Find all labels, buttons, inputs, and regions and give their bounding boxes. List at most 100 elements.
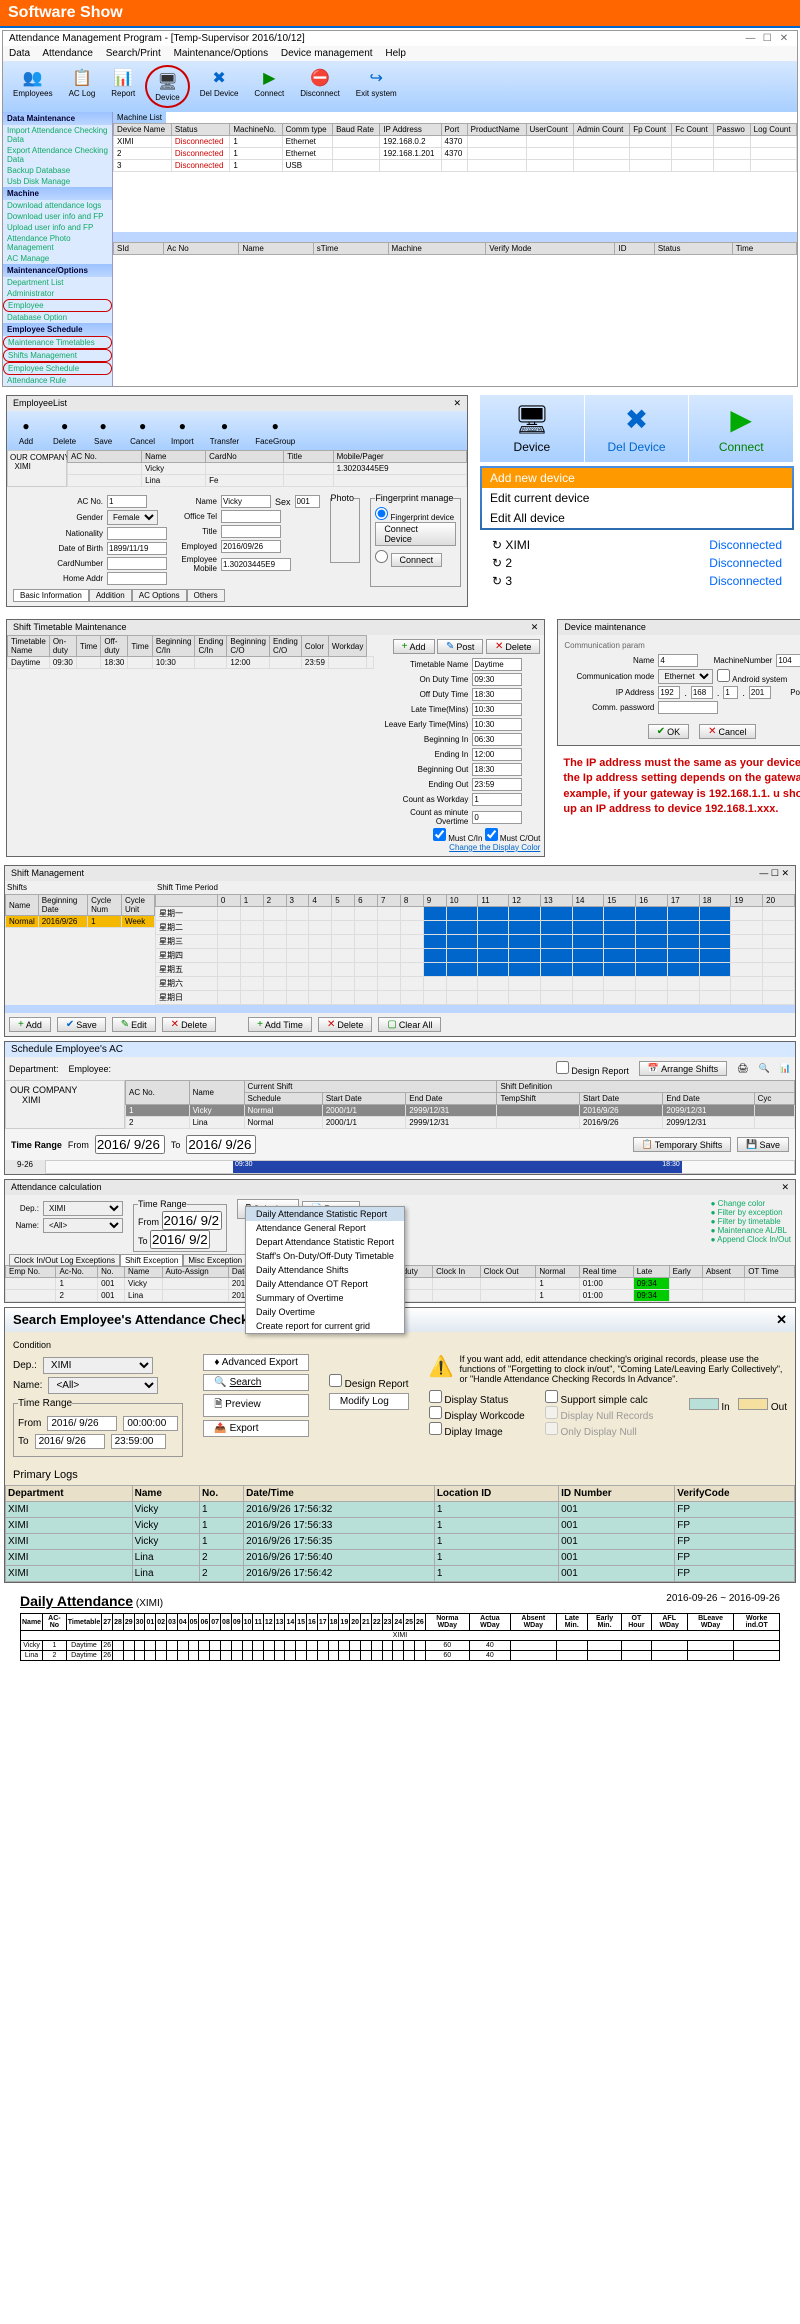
sidebar-item[interactable]: Backup Database <box>3 165 112 176</box>
facegroup-button[interactable]: ●FaceGroup <box>249 413 301 448</box>
calc-from-input[interactable] <box>162 1211 222 1230</box>
ein-input[interactable] <box>472 748 522 761</box>
disconnect-button[interactable]: ⛔Disconnect <box>294 65 346 108</box>
android-checkbox[interactable] <box>717 669 730 682</box>
arrange-shifts-button[interactable]: 📅 Arrange Shifts <box>639 1061 727 1076</box>
report-menu-item[interactable]: Daily Attendance OT Report <box>246 1277 404 1291</box>
device-name-input[interactable] <box>658 654 698 667</box>
sidebar-item[interactable]: Employee <box>3 299 112 312</box>
bin-input[interactable] <box>472 733 522 746</box>
report-menu-item[interactable]: Daily Overtime <box>246 1305 404 1319</box>
side-link[interactable]: ● Filter by exception <box>711 1208 791 1217</box>
col-header[interactable]: CardNo <box>206 451 284 463</box>
employees-button[interactable]: 👥Employees <box>7 65 59 108</box>
search-to-date[interactable] <box>35 1434 105 1449</box>
col-header[interactable]: Comm type <box>282 124 332 136</box>
tree-child[interactable]: XIMI <box>10 1095 120 1105</box>
side-link[interactable]: ● Append Clock In/Out <box>711 1235 791 1244</box>
col-header[interactable]: Color <box>301 636 328 657</box>
col-header[interactable]: Absent <box>702 1266 744 1278</box>
col-header[interactable]: Clock In <box>433 1266 481 1278</box>
office-input[interactable] <box>221 510 281 523</box>
connect-device-button[interactable]: Connect Device <box>375 522 456 546</box>
mco-checkbox[interactable] <box>485 828 498 841</box>
mobile-input[interactable] <box>221 558 291 571</box>
sidebar-item[interactable]: Usb Disk Manage <box>3 176 112 187</box>
col-header[interactable]: Late <box>633 1266 669 1278</box>
ac-log-button[interactable]: 📋AC Log <box>63 65 102 108</box>
sidebar-item[interactable]: Attendance Rule <box>3 375 112 386</box>
col-header[interactable]: Early <box>669 1266 702 1278</box>
ip-1[interactable] <box>658 686 680 699</box>
col-header[interactable]: Fc Count <box>672 124 714 136</box>
col-header[interactable]: Name <box>142 451 206 463</box>
title-input[interactable] <box>221 525 281 538</box>
maximize-icon[interactable]: ☐ <box>771 868 779 878</box>
menu-search[interactable]: Search/Print <box>106 48 161 59</box>
col-header[interactable]: On-duty <box>49 636 76 657</box>
del-device-button[interactable]: ✖Del Device <box>585 395 690 462</box>
menu-maint[interactable]: Maintenance/Options <box>174 48 269 59</box>
calc-tab[interactable]: Misc Exception <box>183 1254 247 1267</box>
report-menu-item[interactable]: Create report for current grid <box>246 1319 404 1333</box>
minimize-icon[interactable]: — <box>743 33 757 44</box>
excel-icon[interactable]: 📊 <box>780 1063 791 1074</box>
schedule-grid[interactable]: AC No.NameCurrent ShiftShift DefinitionS… <box>125 1080 795 1129</box>
timetable-grid[interactable]: Timetable NameOn-dutyTimeOff-dutyTimeBeg… <box>7 635 374 669</box>
preview-icon[interactable]: 🔍 <box>759 1063 770 1074</box>
sidebar-item[interactable]: Administrator <box>3 288 112 299</box>
connect-button[interactable]: ▶Connect <box>689 395 794 462</box>
report-menu-item[interactable]: Staff's On-Duty/Off-Duty Timetable <box>246 1249 404 1263</box>
col-header[interactable]: Auto-Assign <box>162 1266 228 1278</box>
col-header[interactable]: Mobile/Pager <box>333 451 466 463</box>
search-from-time[interactable] <box>123 1416 178 1431</box>
maximize-icon[interactable]: ☐ <box>760 33 774 44</box>
ip-3[interactable] <box>723 686 738 699</box>
report-menu-item[interactable]: Attendance General Report <box>246 1221 404 1235</box>
close-icon[interactable]: ✕ <box>781 1182 789 1193</box>
sidebar-item[interactable]: Attendance Photo Management <box>3 233 112 253</box>
col-header[interactable]: Fp Count <box>630 124 672 136</box>
print-icon[interactable]: 🖨 <box>737 1063 748 1074</box>
advanced-export-button[interactable]: ♦ Advanced Export <box>203 1354 309 1371</box>
dep-select[interactable]: XIMI <box>43 1201 123 1216</box>
mci-checkbox[interactable] <box>433 828 446 841</box>
emp-tab[interactable]: Others <box>187 589 225 602</box>
delete-button[interactable]: ✕ Delete <box>162 1017 216 1032</box>
col-header[interactable]: Machine <box>388 243 486 255</box>
exit-system-button[interactable]: ↪Exit system <box>350 65 403 108</box>
col-header[interactable]: Device Name <box>114 124 172 136</box>
employee-grid[interactable]: AC No.NameCardNoTitleMobile/PagerVicky1.… <box>67 450 467 487</box>
close-icon[interactable]: ✕ <box>781 868 789 878</box>
col-header[interactable]: Cycle Unit <box>121 895 154 916</box>
delete-button[interactable]: ✕ Delete <box>318 1017 372 1032</box>
emp-tab[interactable]: Basic Information <box>13 589 89 602</box>
sidebar-item[interactable]: Download attendance logs <box>3 200 112 211</box>
close-icon[interactable]: ✕ <box>531 622 539 633</box>
sidebar-item[interactable]: Export Attendance Checking Data <box>3 145 112 165</box>
card-input[interactable] <box>107 557 167 570</box>
col-header[interactable]: Name <box>125 1266 163 1278</box>
bout-input[interactable] <box>472 763 522 776</box>
connect2-button[interactable]: Connect <box>391 553 443 567</box>
cwd-input[interactable] <box>472 793 522 806</box>
sidebar-item[interactable]: Department List <box>3 277 112 288</box>
col-header[interactable]: Time <box>732 243 796 255</box>
col-header[interactable]: Baud Rate <box>333 124 380 136</box>
save-button[interactable]: ●Save <box>86 413 120 448</box>
on-input[interactable] <box>472 673 522 686</box>
close-icon[interactable]: ✕ <box>777 33 791 44</box>
col-header[interactable]: Passwo <box>713 124 750 136</box>
opt-checkbox[interactable] <box>429 1422 442 1435</box>
col-header[interactable]: MachineNo. <box>230 124 282 136</box>
dob-input[interactable] <box>107 542 167 555</box>
modify-log-button[interactable]: Modify Log <box>329 1393 409 1410</box>
ok-button[interactable]: ✔OK <box>648 724 689 739</box>
menu-device[interactable]: Device management <box>281 48 373 59</box>
ip-4[interactable] <box>749 686 771 699</box>
nationality-input[interactable] <box>107 527 167 540</box>
export-button[interactable]: 📤 Export <box>203 1420 309 1437</box>
add-button[interactable]: ●Add <box>9 413 43 448</box>
comm-password-input[interactable] <box>658 701 718 714</box>
col-header[interactable]: UserCount <box>526 124 574 136</box>
